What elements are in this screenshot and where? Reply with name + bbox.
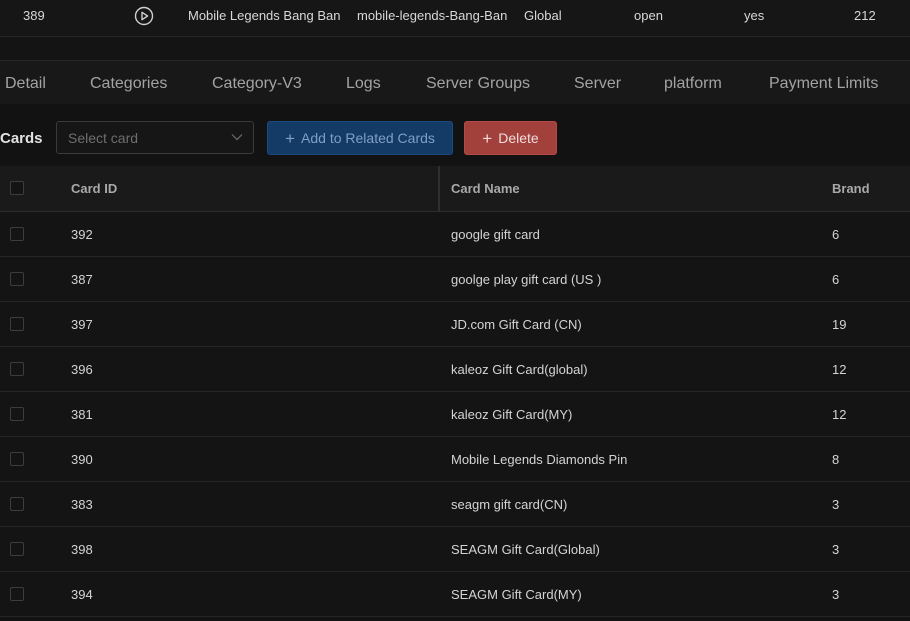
cell-card-id: 397 — [71, 317, 93, 332]
column-resize-handle[interactable] — [438, 166, 440, 211]
header-card-id[interactable]: Card ID — [71, 181, 117, 196]
row-flag: yes — [744, 8, 765, 23]
tab-logs[interactable]: Logs — [346, 75, 381, 93]
table-row[interactable]: 394 SEAGM Gift Card(MY) 3 — [0, 572, 910, 617]
row-id: 389 — [23, 8, 45, 23]
cell-brand: 19 — [832, 317, 847, 332]
row-name: Mobile Legends Bang Ban — [188, 8, 341, 23]
cell-brand: 6 — [832, 227, 840, 242]
cell-brand: 8 — [832, 452, 840, 467]
card-select-placeholder: Select card — [68, 130, 139, 146]
table-row[interactable]: 392 google gift card 6 — [0, 212, 910, 257]
cell-brand: 3 — [832, 542, 840, 557]
cell-card-name: google gift card — [451, 227, 540, 242]
tab-platform[interactable]: platform — [664, 75, 722, 93]
row-checkbox[interactable] — [10, 497, 24, 511]
add-to-related-cards-button[interactable]: + Add to Related Cards — [267, 121, 453, 155]
tab-bar: Detail Categories Category-V3 Logs Serve… — [0, 60, 910, 105]
cell-card-id: 396 — [71, 362, 93, 377]
cell-card-name: Mobile Legends Diamonds Pin — [451, 452, 628, 467]
cell-card-id: 392 — [71, 227, 93, 242]
cell-card-id: 398 — [71, 542, 93, 557]
row-status: open — [634, 8, 663, 23]
row-checkbox[interactable] — [10, 407, 24, 421]
cell-brand: 3 — [832, 587, 840, 602]
related-cards-table: Card ID Card Name Brand 392 google gift c… — [0, 166, 910, 617]
cell-brand: 12 — [832, 362, 847, 377]
tab-server-groups[interactable]: Server Groups — [426, 75, 530, 93]
tab-category-v3[interactable]: Category-V3 — [212, 75, 302, 93]
table-row[interactable]: 387 goolge play gift card (US ) 6 — [0, 257, 910, 302]
tab-detail[interactable]: Detail — [5, 75, 46, 93]
cell-brand: 3 — [832, 497, 840, 512]
cell-card-id: 381 — [71, 407, 93, 422]
delete-button-label: Delete — [498, 130, 539, 146]
cell-card-name: kaleoz Gift Card(global) — [451, 362, 588, 377]
table-row[interactable]: 390 Mobile Legends Diamonds Pin 8 — [0, 437, 910, 482]
chevron-down-icon — [231, 134, 243, 141]
cell-card-name: SEAGM Gift Card(Global) — [451, 542, 600, 557]
cell-card-id: 383 — [71, 497, 93, 512]
select-all-checkbox[interactable] — [10, 181, 24, 195]
add-button-label: Add to Related Cards — [301, 130, 435, 146]
row-checkbox[interactable] — [10, 317, 24, 331]
cards-label: Cards — [0, 130, 43, 147]
parent-table-row[interactable]: 389 Mobile Legends Bang Ban mobile-legen… — [0, 0, 910, 37]
cell-card-name: seagm gift card(CN) — [451, 497, 568, 512]
row-checkbox[interactable] — [10, 452, 24, 466]
row-checkbox[interactable] — [10, 542, 24, 556]
cell-card-name: goolge play gift card (US ) — [451, 272, 602, 287]
cards-toolbar: Cards Select card + Add to Related Cards… — [0, 104, 910, 166]
cell-card-name: kaleoz Gift Card(MY) — [451, 407, 573, 422]
tab-server[interactable]: Server — [574, 75, 621, 93]
row-checkbox[interactable] — [10, 227, 24, 241]
cell-card-name: JD.com Gift Card (CN) — [451, 317, 582, 332]
header-brand[interactable]: Brand — [832, 181, 870, 196]
table-header: Card ID Card Name Brand — [0, 166, 910, 212]
cell-brand: 6 — [832, 272, 840, 287]
section-gap — [0, 37, 910, 60]
table-row[interactable]: 381 kaleoz Gift Card(MY) 12 — [0, 392, 910, 437]
row-region: Global — [524, 8, 562, 23]
row-checkbox[interactable] — [10, 272, 24, 286]
table-body: 392 google gift card 6 387 goolge play gift … — [0, 212, 910, 617]
tab-payment-limits[interactable]: Payment Limits — [769, 75, 878, 93]
row-count: 212 — [854, 8, 876, 23]
play-circle-icon[interactable] — [134, 6, 154, 26]
cell-card-id: 387 — [71, 272, 93, 287]
cell-card-name: SEAGM Gift Card(MY) — [451, 587, 582, 602]
row-slug: mobile-legends-Bang-Ban — [357, 8, 508, 23]
delete-button[interactable]: + Delete — [464, 121, 557, 155]
plus-icon: + — [482, 128, 493, 148]
cell-card-id: 394 — [71, 587, 93, 602]
plus-icon: + — [285, 128, 296, 148]
card-select[interactable]: Select card — [56, 121, 254, 154]
table-row[interactable]: 396 kaleoz Gift Card(global) 12 — [0, 347, 910, 392]
table-row[interactable]: 397 JD.com Gift Card (CN) 19 — [0, 302, 910, 347]
tab-categories[interactable]: Categories — [90, 75, 167, 93]
row-checkbox[interactable] — [10, 587, 24, 601]
row-checkbox[interactable] — [10, 362, 24, 376]
cell-brand: 12 — [832, 407, 847, 422]
cell-card-id: 390 — [71, 452, 93, 467]
table-row[interactable]: 398 SEAGM Gift Card(Global) 3 — [0, 527, 910, 572]
header-card-name[interactable]: Card Name — [451, 181, 520, 196]
table-row[interactable]: 383 seagm gift card(CN) 3 — [0, 482, 910, 527]
